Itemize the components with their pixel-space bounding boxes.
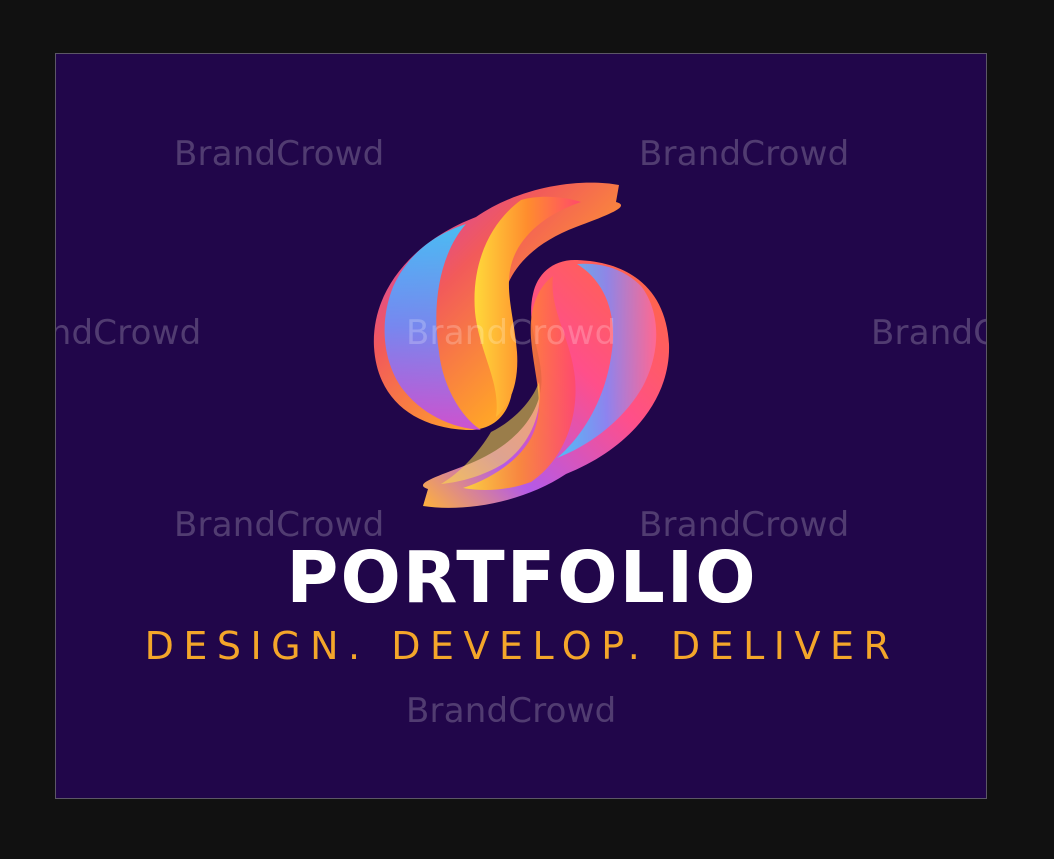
logo-canvas: BrandCrowd BrandCrowd BrandCrowd BrandCr… — [55, 53, 987, 799]
watermark: BrandCrowd — [174, 134, 385, 174]
screen: BrandCrowd BrandCrowd BrandCrowd BrandCr… — [0, 0, 1054, 859]
watermark: BrandCrowd — [406, 691, 617, 731]
watermark: BrandCrowd — [406, 313, 617, 353]
logo-title: PORTFOLIO — [286, 536, 758, 619]
watermark: BrandCrowd — [639, 134, 850, 174]
watermark: BrandCrowd — [871, 313, 986, 353]
logo-tagline: DESIGN. DEVELOP. DELIVER — [144, 624, 900, 668]
watermark: BrandCrowd — [56, 313, 202, 353]
